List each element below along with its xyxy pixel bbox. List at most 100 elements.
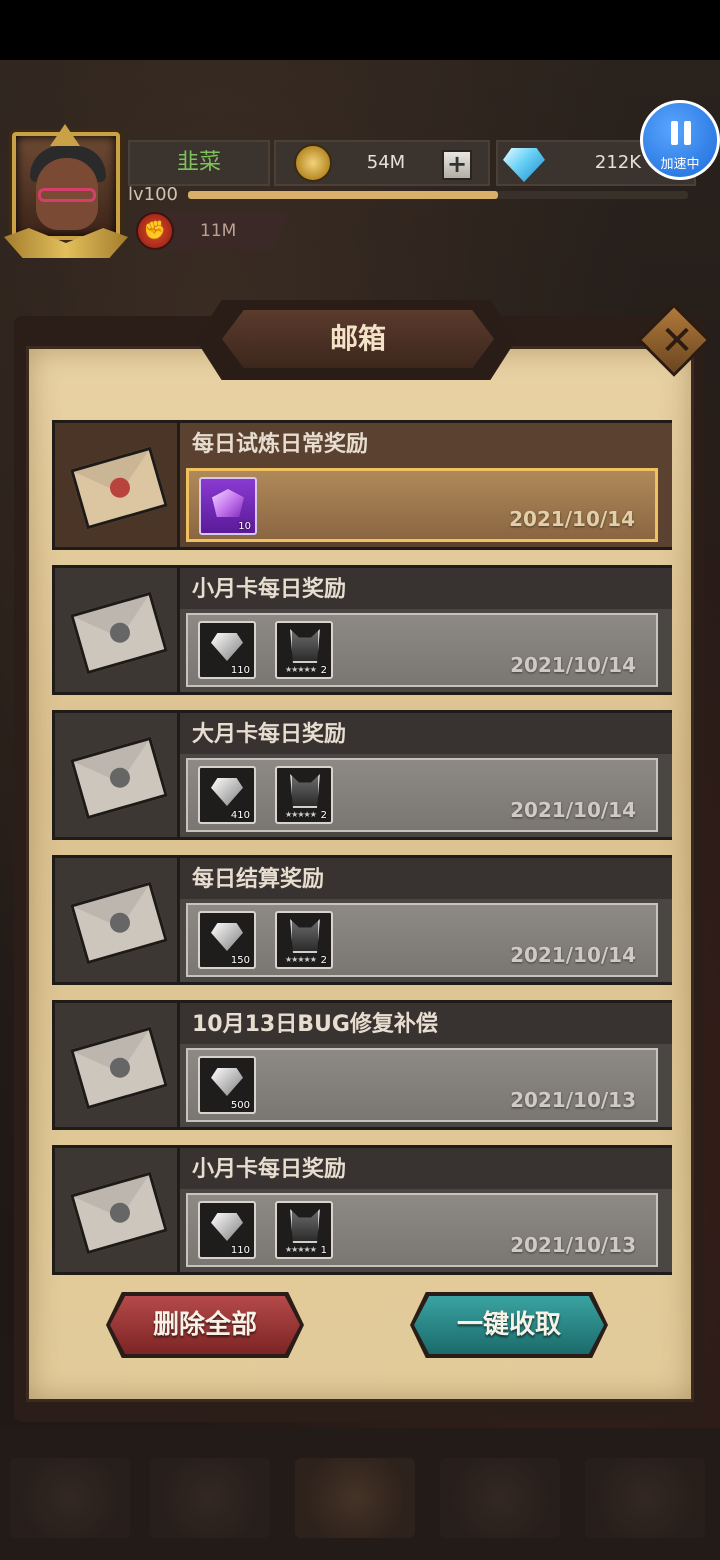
wax-seal-icon — [107, 620, 133, 646]
status-bar — [0, 0, 720, 60]
player-avatar[interactable] — [4, 124, 128, 262]
star-rating: ★★★★★ — [285, 955, 317, 964]
mail-title: 每日试炼日常奖励 — [192, 432, 369, 457]
player-name: 韭菜 — [128, 140, 270, 186]
wax-seal-icon — [107, 910, 133, 936]
mail-title: 小月卡每日奖励 — [192, 1157, 347, 1182]
avatar-glasses — [38, 188, 96, 202]
power-value: 11M — [200, 221, 237, 241]
mail-row[interactable]: 小月卡每日奖励 110 ★★★★★ 2 2021/10/14 — [52, 565, 672, 695]
claim-all-button[interactable]: 一键收取 — [414, 1296, 604, 1354]
nav-item-2[interactable] — [150, 1458, 270, 1538]
reward-item[interactable]: ★★★★★ 2 — [275, 911, 333, 969]
mail-title: 10月13日BUG修复补偿 — [192, 1012, 438, 1037]
wax-seal-icon — [107, 475, 133, 501]
mail-row[interactable]: 每日试炼日常奖励 10 2021/10/14 — [52, 420, 672, 550]
mail-header: 大月卡每日奖励 — [180, 710, 672, 754]
star-rating: ★★★★★ — [285, 810, 317, 819]
mailbox-title: 邮箱 — [222, 310, 494, 368]
wax-seal-icon — [107, 1055, 133, 1081]
hero-helmet-icon — [290, 919, 320, 953]
item-count: 410 — [230, 810, 250, 821]
wax-seal-icon — [107, 1200, 133, 1226]
mail-header: 小月卡每日奖励 — [180, 565, 672, 609]
mail-date: 2021/10/14 — [510, 653, 636, 677]
mail-body: 110 ★★★★★ 2 2021/10/14 — [180, 609, 672, 695]
nav-item-5[interactable] — [585, 1458, 705, 1538]
hero-helmet-icon — [290, 1209, 320, 1243]
purple-crystal-icon — [212, 489, 244, 517]
reward-item[interactable]: 500 — [198, 1056, 256, 1114]
wax-seal-icon — [107, 765, 133, 791]
coin-icon — [294, 144, 332, 182]
mail-reward-area: 150 ★★★★★ 2 2021/10/14 — [186, 903, 658, 977]
mail-body: 410 ★★★★★ 2 2021/10/14 — [180, 754, 672, 840]
mail-icon-box — [52, 420, 180, 550]
mail-reward-area: 110 ★★★★★ 2 2021/10/14 — [186, 613, 658, 687]
nav-item-3[interactable] — [295, 1458, 415, 1538]
mail-icon-box — [52, 1145, 180, 1275]
mail-date: 2021/10/14 — [509, 507, 635, 531]
mail-body: 10 2021/10/14 — [180, 464, 672, 550]
envelope-open-icon — [70, 736, 168, 820]
mail-header: 每日结算奖励 — [180, 855, 672, 899]
mail-row[interactable]: 10月13日BUG修复补偿 500 2021/10/13 — [52, 1000, 672, 1130]
mail-date: 2021/10/13 — [510, 1233, 636, 1257]
reward-item[interactable]: 410 — [198, 766, 256, 824]
mail-row[interactable]: 每日结算奖励 150 ★★★★★ 2 2021/10/14 — [52, 855, 672, 985]
mail-title: 每日结算奖励 — [192, 867, 325, 892]
mail-date: 2021/10/13 — [510, 1088, 636, 1112]
mail-date: 2021/10/14 — [510, 943, 636, 967]
mail-header: 每日试炼日常奖励 — [180, 420, 672, 464]
item-count: 2 — [320, 810, 327, 821]
item-count: 1 — [320, 1245, 327, 1256]
nav-item-4[interactable] — [440, 1458, 560, 1538]
mail-icon-box — [52, 565, 180, 695]
mail-body: 150 ★★★★★ 2 2021/10/14 — [180, 899, 672, 985]
mail-body: 110 ★★★★★ 1 2021/10/13 — [180, 1189, 672, 1275]
reward-item[interactable]: 110 — [198, 1201, 256, 1259]
reward-item[interactable]: ★★★★★ 1 — [275, 1201, 333, 1259]
xp-bar-fill — [188, 191, 498, 199]
item-count: 110 — [230, 1245, 250, 1256]
fist-icon: ✊ — [136, 212, 174, 250]
reward-item[interactable]: 10 — [199, 477, 257, 535]
reward-item[interactable]: 110 — [198, 621, 256, 679]
star-rating: ★★★★★ — [285, 665, 317, 674]
add-gold-button[interactable]: + — [442, 150, 472, 180]
envelope-sealed-icon — [70, 446, 168, 530]
mail-reward-area: 110 ★★★★★ 1 2021/10/13 — [186, 1193, 658, 1267]
mail-body: 500 2021/10/13 — [180, 1044, 672, 1130]
item-count: 500 — [230, 1100, 250, 1111]
envelope-open-icon — [70, 881, 168, 965]
hero-helmet-icon — [290, 629, 320, 663]
pause-icon — [671, 121, 691, 145]
envelope-open-icon — [70, 1171, 168, 1255]
hero-helmet-icon — [290, 774, 320, 808]
nav-item-1[interactable] — [10, 1458, 130, 1538]
close-icon: ✕ — [660, 318, 694, 364]
mail-row[interactable]: 小月卡每日奖励 110 ★★★★★ 1 2021/10/13 — [52, 1145, 672, 1275]
speed-label: 加速中 — [660, 157, 700, 172]
mail-title: 大月卡每日奖励 — [192, 722, 347, 747]
plus-icon: + — [446, 150, 468, 178]
mail-row[interactable]: 大月卡每日奖励 410 ★★★★★ 2 2021/10/14 — [52, 710, 672, 840]
item-count: 110 — [230, 665, 250, 676]
diamond-icon — [211, 633, 243, 661]
reward-item[interactable]: 150 — [198, 911, 256, 969]
reward-item[interactable]: ★★★★★ 2 — [275, 621, 333, 679]
close-button[interactable]: ✕ — [637, 303, 714, 380]
avatar-frame — [12, 132, 120, 240]
mail-reward-area: 10 2021/10/14 — [186, 468, 658, 542]
reward-item[interactable]: ★★★★★ 2 — [275, 766, 333, 824]
item-count: 2 — [320, 665, 327, 676]
mail-title: 小月卡每日奖励 — [192, 577, 347, 602]
player-level: lv100 — [128, 184, 179, 205]
bottom-nav — [0, 1428, 720, 1560]
diamond-icon — [211, 1213, 243, 1241]
star-rating: ★★★★★ — [285, 1245, 317, 1254]
speed-toggle-button[interactable]: 加速中 — [640, 100, 720, 180]
xp-bar — [188, 191, 688, 199]
envelope-open-icon — [70, 591, 168, 675]
delete-all-button[interactable]: 删除全部 — [110, 1296, 300, 1354]
